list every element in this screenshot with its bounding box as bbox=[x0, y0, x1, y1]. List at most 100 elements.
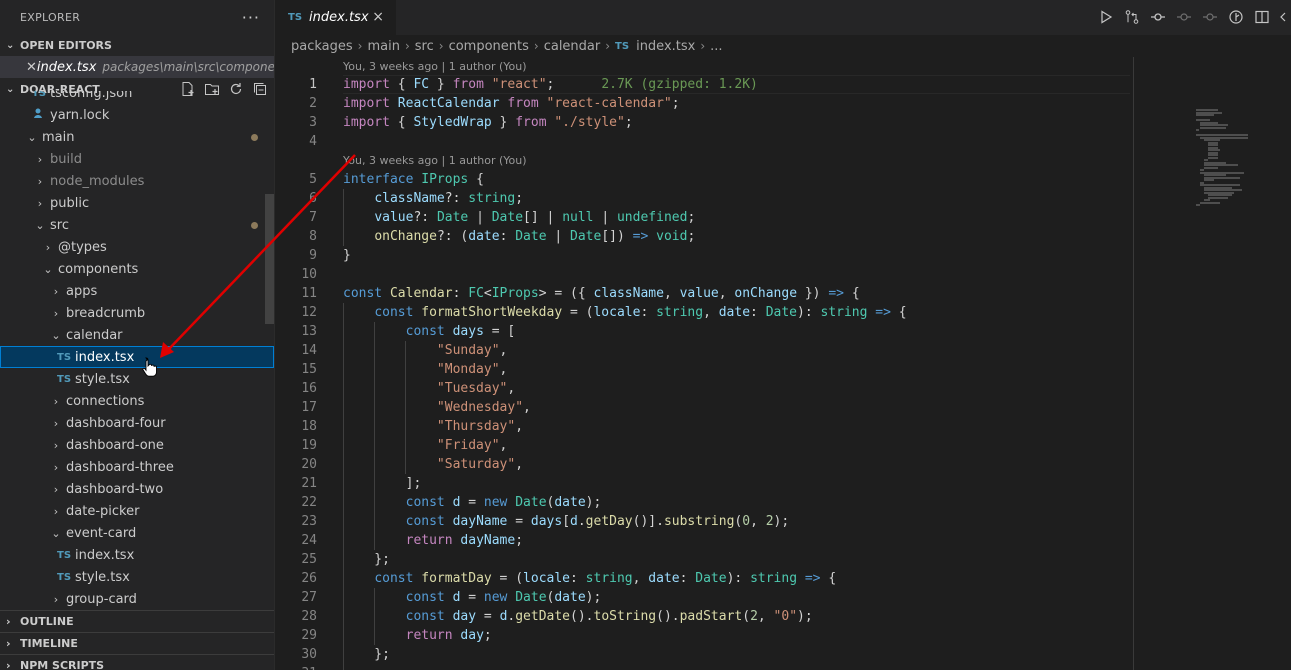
tsconfig-icon: TS bbox=[32, 91, 47, 99]
tree-label: @types bbox=[58, 239, 107, 255]
tree-file-event-card-style[interactable]: TS style.tsx bbox=[0, 566, 274, 588]
tree-folder-dashboard-three[interactable]: › dashboard-three bbox=[0, 456, 274, 478]
breadcrumb-more[interactable]: ... bbox=[710, 39, 722, 54]
tree-label: calendar bbox=[66, 327, 123, 343]
timeline-label: TIMELINE bbox=[20, 637, 78, 650]
line-number: 27 bbox=[301, 590, 317, 605]
import-cost: 2.7K (gzipped: 1.2K) bbox=[601, 77, 758, 92]
tree-label: breadcrumb bbox=[66, 305, 146, 321]
breadcrumb-item[interactable]: components bbox=[449, 39, 529, 54]
breadcrumb-item[interactable]: main bbox=[367, 39, 399, 54]
line-number: 6 bbox=[309, 191, 317, 206]
code-line: 24 return dayName; bbox=[276, 531, 1291, 550]
tree-folder-connections[interactable]: › connections bbox=[0, 390, 274, 412]
outline-section[interactable]: › OUTLINE bbox=[0, 610, 274, 632]
chevron-right-icon: › bbox=[357, 39, 363, 53]
modified-dot bbox=[251, 222, 258, 229]
code-line: 16 "Tuesday", bbox=[276, 379, 1291, 398]
minimap-line bbox=[1200, 126, 1226, 129]
tree-folder-dashboard-two[interactable]: › dashboard-two bbox=[0, 478, 274, 500]
close-icon[interactable]: × bbox=[372, 9, 384, 25]
chevron-right-icon: › bbox=[37, 174, 43, 188]
tree-label: style.tsx bbox=[75, 371, 130, 387]
tree-file-calendar-style[interactable]: TS style.tsx bbox=[0, 368, 274, 390]
line-number: 24 bbox=[301, 533, 317, 548]
chevron-right-icon: › bbox=[605, 39, 611, 53]
code-text: "Thursday", bbox=[436, 419, 524, 434]
line-number: 20 bbox=[301, 457, 317, 472]
breadcrumb-item[interactable]: src bbox=[415, 39, 434, 54]
tree-folder-types[interactable]: › @types bbox=[0, 236, 274, 258]
code-editor[interactable]: You, 3 weeks ago | 1 author (You) 1 impo… bbox=[276, 57, 1291, 670]
code-text: "Sunday", bbox=[436, 343, 508, 358]
tree-folder-src[interactable]: ⌄ src bbox=[0, 214, 274, 236]
code-line: 17 "Wednesday", bbox=[276, 398, 1291, 417]
line-number: 2 bbox=[309, 96, 317, 111]
open-editors-section[interactable]: ⌄ OPEN EDITORS bbox=[0, 34, 274, 56]
tree-folder-group-card[interactable]: › group-card bbox=[0, 588, 274, 610]
minimap-line bbox=[1196, 114, 1214, 116]
codelens-blame[interactable]: You, 3 weeks ago | 1 author (You) bbox=[343, 151, 527, 170]
tree-folder-components[interactable]: ⌄ components bbox=[0, 258, 274, 280]
previous-change-icon[interactable] bbox=[1175, 8, 1192, 26]
tree-folder-main[interactable]: ⌄ main bbox=[0, 126, 274, 148]
line-number: 29 bbox=[301, 628, 317, 643]
open-editors-label: OPEN EDITORS bbox=[20, 38, 112, 52]
tree-folder-node-modules[interactable]: › node_modules bbox=[0, 170, 274, 192]
tree-folder-dashboard-one[interactable]: › dashboard-one bbox=[0, 434, 274, 456]
split-editor-icon[interactable] bbox=[1253, 8, 1270, 26]
chevron-down-icon: ⌄ bbox=[51, 526, 61, 540]
minimap-line bbox=[1196, 129, 1199, 131]
close-icon[interactable]: ✕ bbox=[26, 60, 37, 75]
outline-label: OUTLINE bbox=[20, 615, 74, 628]
code-line: 2 import ReactCalendar from "react-calen… bbox=[276, 94, 1291, 113]
minimap[interactable] bbox=[1190, 109, 1290, 219]
compare-changes-icon[interactable] bbox=[1123, 8, 1140, 26]
tree-folder-build[interactable]: › build bbox=[0, 148, 274, 170]
tree-file-tsconfig[interactable]: TS tsconfig.json bbox=[0, 91, 274, 104]
breadcrumb-item[interactable]: calendar bbox=[544, 39, 601, 54]
yarn-icon bbox=[32, 107, 50, 123]
line-number: 14 bbox=[301, 343, 317, 358]
tab-index-tsx[interactable]: TS index.tsx × bbox=[276, 0, 396, 35]
breadcrumb-item[interactable]: index.tsx bbox=[636, 39, 695, 54]
tree-folder-public[interactable]: › public bbox=[0, 192, 274, 214]
more-actions-icon[interactable]: ··· bbox=[242, 8, 260, 27]
code-text: }; bbox=[343, 552, 390, 567]
codelens-blame[interactable]: You, 3 weeks ago | 1 author (You) bbox=[343, 57, 527, 76]
tree-folder-breadcrumb[interactable]: › breadcrumb bbox=[0, 302, 274, 324]
tree-folder-dashboard-four[interactable]: › dashboard-four bbox=[0, 412, 274, 434]
chevron-right-icon: › bbox=[533, 39, 539, 53]
tree-scrollbar[interactable] bbox=[265, 194, 274, 324]
timeline-section[interactable]: › TIMELINE bbox=[0, 632, 274, 654]
npm-scripts-section[interactable]: › NPM SCRIPTS bbox=[0, 654, 274, 670]
line-number: 12 bbox=[301, 305, 317, 320]
tab-bar: TS index.tsx × bbox=[276, 0, 1291, 35]
tree-file-yarn-lock[interactable]: yarn.lock bbox=[0, 104, 274, 126]
tree-folder-date-picker[interactable]: › date-picker bbox=[0, 500, 274, 522]
chevron-right-icon: › bbox=[53, 482, 59, 496]
code-text: "Saturday", bbox=[436, 457, 524, 472]
code-text: const day = d.getDate().toString().padSt… bbox=[405, 609, 813, 624]
next-change-icon[interactable] bbox=[1201, 8, 1218, 26]
tree-file-event-card-index[interactable]: TS index.tsx bbox=[0, 544, 274, 566]
editor-area: TS index.tsx × packages › main › src › c… bbox=[276, 0, 1291, 670]
code-text: const formatShortWeekday = (locale: stri… bbox=[374, 305, 907, 320]
breadcrumb-item[interactable]: packages bbox=[291, 39, 353, 54]
tree-label: apps bbox=[66, 283, 98, 299]
chevron-right-icon: › bbox=[37, 152, 43, 166]
code-text: "Tuesday", bbox=[436, 381, 516, 396]
open-editor-item[interactable]: ✕ index.tsx packages\main\src\compone... bbox=[0, 56, 274, 78]
tree-label: node_modules bbox=[50, 173, 145, 189]
tree-folder-apps[interactable]: › apps bbox=[0, 280, 274, 302]
run-icon[interactable] bbox=[1097, 8, 1114, 26]
tree-folder-calendar[interactable]: ⌄ calendar bbox=[0, 324, 274, 346]
tree-folder-event-card[interactable]: ⌄ event-card bbox=[0, 522, 274, 544]
gitlens-icon[interactable] bbox=[1227, 8, 1244, 26]
code-text: interface IProps { bbox=[343, 172, 484, 187]
tree-file-calendar-index[interactable]: TS index.tsx bbox=[0, 346, 274, 368]
line-number: 11 bbox=[301, 286, 317, 301]
git-commit-icon[interactable] bbox=[1149, 8, 1166, 26]
code-line: 27 const d = new Date(date); bbox=[276, 588, 1291, 607]
more-overflow-icon[interactable] bbox=[1279, 8, 1287, 26]
